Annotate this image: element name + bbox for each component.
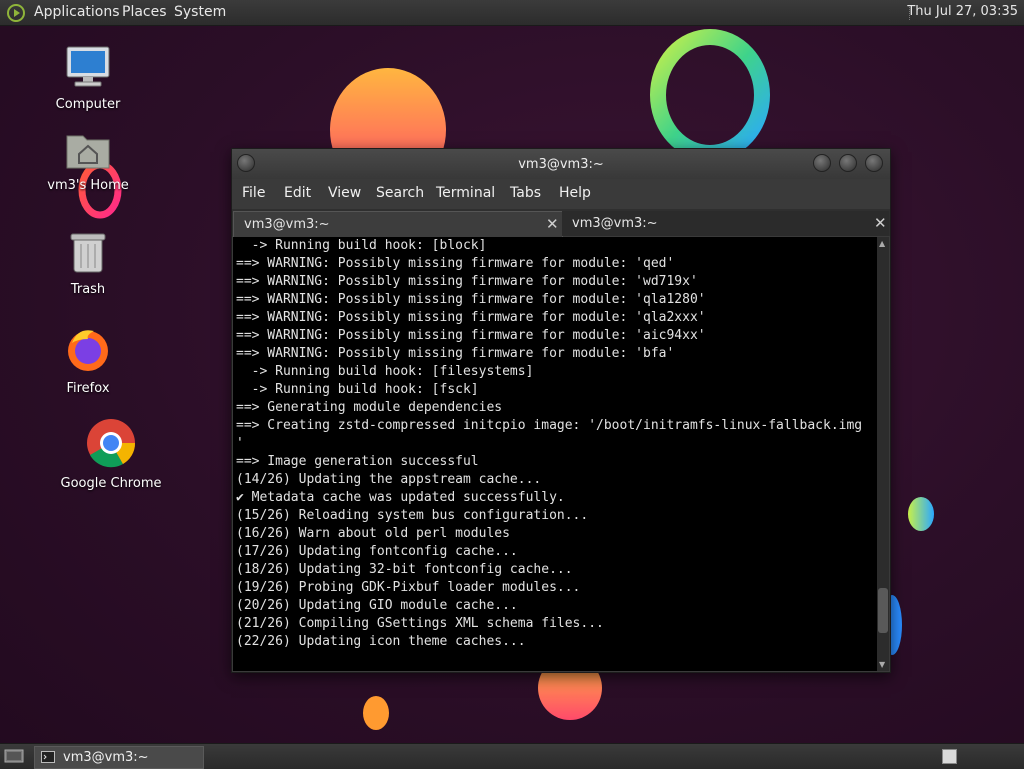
desktop-icon-label: vm3's Home — [47, 178, 129, 193]
clock[interactable]: Thu Jul 27, 03:35 — [907, 4, 1018, 19]
tab-close-icon[interactable]: ✕ — [546, 215, 559, 233]
terminal-scrollbar[interactable]: ▲ ▼ — [877, 237, 889, 671]
window-title: vm3@vm3:~ — [518, 157, 604, 172]
terminal-line: (16/26) Warn about old perl modules — [236, 526, 510, 541]
terminal-icon — [41, 751, 55, 767]
terminal-line: (18/26) Updating 32-bit fontconfig cache… — [236, 562, 573, 577]
window-titlebar[interactable]: vm3@vm3:~ — [232, 149, 890, 179]
terminal-line: ' — [236, 436, 244, 451]
terminal-lines: -> Running build hook: [block] ==> WARNIN… — [233, 237, 877, 651]
menu-help[interactable]: Help — [559, 185, 591, 201]
terminal-window: vm3@vm3:~ File Edit View Search Terminal… — [231, 148, 891, 673]
desktop-icon-chrome[interactable]: Google Chrome — [56, 418, 166, 491]
scroll-down-icon[interactable]: ▼ — [879, 660, 885, 669]
desktop-icon-trash[interactable]: Trash — [33, 230, 143, 297]
terminal-line: -> Running build hook: [fsck] — [236, 382, 479, 397]
desktop-icon-label: Trash — [70, 282, 106, 297]
terminal-line: ==> WARNING: Possibly missing firmware f… — [236, 256, 675, 271]
menu-view[interactable]: View — [328, 185, 361, 201]
desktop-icon-label: Firefox — [66, 381, 110, 396]
desktop-icon-label: Computer — [55, 97, 121, 112]
menu-terminal[interactable]: Terminal — [436, 185, 495, 201]
menu-file[interactable]: File — [242, 185, 265, 201]
home-folder-icon — [33, 130, 143, 174]
chrome-icon — [56, 418, 166, 472]
terminal-line: (22/26) Updating icon theme caches... — [236, 634, 526, 649]
firefox-icon — [33, 325, 143, 377]
desktop-icon-label: Google Chrome — [60, 476, 162, 491]
places-menu[interactable]: Places — [122, 4, 167, 20]
distro-logo-icon[interactable] — [6, 3, 26, 27]
show-desktop-icon[interactable] — [4, 748, 24, 768]
scrollbar-thumb[interactable] — [878, 588, 888, 633]
terminal-line: (20/26) Updating GIO module cache... — [236, 598, 518, 613]
terminal-line: (14/26) Updating the appstream cache... — [236, 472, 542, 487]
top-panel: Applications Places System Thu Jul 27, 0… — [0, 0, 1024, 26]
menu-search[interactable]: Search — [376, 185, 424, 201]
scroll-up-icon[interactable]: ▲ — [879, 239, 885, 248]
desktop-icon-firefox[interactable]: Firefox — [33, 325, 143, 396]
terminal-line: ==> WARNING: Possibly missing firmware f… — [236, 274, 698, 289]
terminal-menubar: File Edit View Search Terminal Tabs Help — [232, 179, 890, 207]
tab-bar: vm3@vm3:~ ✕ vm3@vm3:~ ✕ — [232, 209, 890, 237]
desktop-icon-home[interactable]: vm3's Home — [33, 130, 143, 193]
minimize-icon[interactable] — [813, 154, 831, 172]
terminal-line: ==> WARNING: Possibly missing firmware f… — [236, 328, 706, 343]
desktop-icon-computer[interactable]: Computer — [33, 45, 143, 112]
terminal-line: ==> Creating zstd-compressed initcpio im… — [236, 418, 863, 433]
tab-close-icon[interactable]: ✕ — [874, 214, 887, 232]
menu-tabs[interactable]: Tabs — [510, 185, 541, 201]
close-icon[interactable] — [865, 154, 883, 172]
tab-label: vm3@vm3:~ — [244, 217, 330, 232]
menu-edit[interactable]: Edit — [284, 185, 311, 201]
terminal-line: (21/26) Compiling GSettings XML schema f… — [236, 616, 604, 631]
terminal-line: ==> Image generation successful — [236, 454, 479, 469]
tab-label: vm3@vm3:~ — [572, 216, 658, 231]
terminal-line: (19/26) Probing GDK-Pixbuf loader module… — [236, 580, 581, 595]
computer-icon — [33, 45, 143, 93]
applications-menu[interactable]: Applications — [34, 4, 120, 20]
terminal-line: ==> WARNING: Possibly missing firmware f… — [236, 346, 675, 361]
terminal-line: (15/26) Reloading system bus configurati… — [236, 508, 589, 523]
terminal-line: (17/26) Updating fontconfig cache... — [236, 544, 518, 559]
terminal-output[interactable]: -> Running build hook: [block] ==> WARNIN… — [233, 237, 877, 671]
system-menu[interactable]: System — [174, 4, 226, 20]
terminal-line: -> Running build hook: [block] — [236, 238, 487, 253]
terminal-line: ==> Generating module dependencies — [236, 400, 503, 415]
terminal-line: -> Running build hook: [filesystems] — [236, 364, 534, 379]
terminal-line: ==> WARNING: Possibly missing firmware f… — [236, 292, 706, 307]
workspace-switcher[interactable] — [942, 749, 957, 764]
terminal-line: ✔ Metadata cache was updated successfull… — [236, 490, 565, 505]
taskbar-window-button[interactable]: vm3@vm3:~ — [34, 746, 204, 769]
maximize-icon[interactable] — [839, 154, 857, 172]
tab-1[interactable]: vm3@vm3:~ ✕ — [233, 211, 563, 237]
taskbar-window-label: vm3@vm3:~ — [63, 750, 149, 765]
trash-icon — [33, 230, 143, 278]
bottom-panel: vm3@vm3:~ — [0, 743, 1024, 769]
tab-2[interactable]: vm3@vm3:~ ✕ — [562, 211, 889, 236]
terminal-line: ==> WARNING: Possibly missing firmware f… — [236, 310, 706, 325]
